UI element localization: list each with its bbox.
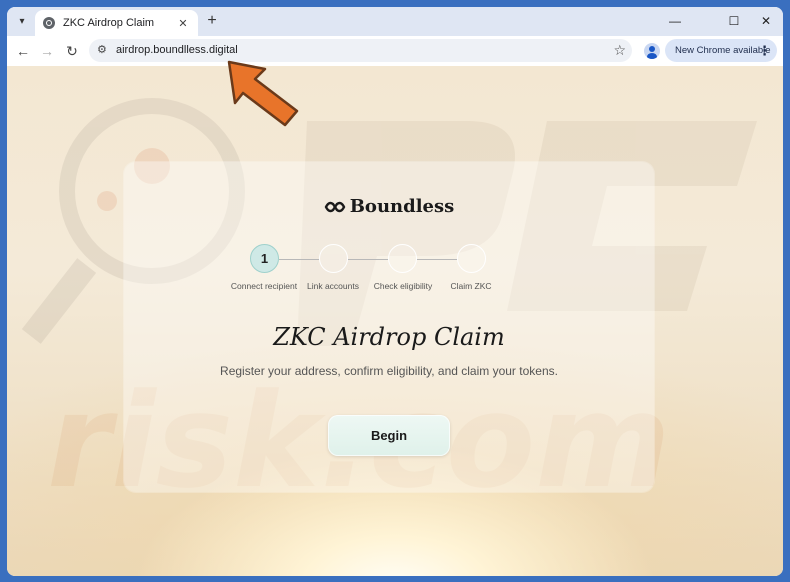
back-button[interactable]: ← [14, 42, 32, 60]
page-title: ZKC Airdrop Claim [273, 323, 505, 351]
new-tab-button[interactable]: + [203, 12, 221, 30]
begin-button[interactable]: Begin [328, 415, 450, 456]
browser-window: ▾ ZKC Airdrop Claim ✕ + — ☐ ✕ ← → ↻ ⚙ ai… [7, 7, 783, 576]
step-2-circle [319, 244, 348, 273]
update-chip-label: New Chrome available [675, 45, 771, 56]
close-window-button[interactable]: ✕ [752, 12, 780, 30]
new-chrome-available-button[interactable]: New Chrome available ⋮ [665, 39, 777, 62]
annotation-arrow-icon [227, 60, 299, 127]
tab-strip: ▾ ZKC Airdrop Claim ✕ + — ☐ ✕ [7, 7, 783, 36]
browser-toolbar: ← → ↻ ⚙ airdrop.boundlless.digital ☆ New… [7, 36, 783, 66]
begin-button-label: Begin [370, 428, 408, 443]
site-info-icon[interactable]: ⚙ [97, 44, 109, 56]
step-2-label: Link accounts [307, 281, 359, 291]
tab-close-icon[interactable]: ✕ [176, 17, 190, 30]
profile-avatar-icon[interactable] [644, 43, 660, 59]
claim-card: Boundless 1 Connect recipient Link accou… [124, 162, 654, 492]
step-1-circle: 1 [250, 244, 279, 273]
tab-search-button[interactable]: ▾ [13, 12, 31, 30]
address-bar[interactable]: ⚙ airdrop.boundlless.digital ☆ [89, 39, 632, 62]
bookmark-star-icon[interactable]: ☆ [613, 42, 626, 59]
maximize-button[interactable]: ☐ [720, 12, 748, 30]
page-subtitle: Register your address, confirm eligibili… [220, 364, 558, 378]
globe-icon [43, 17, 55, 29]
menu-kebab-icon[interactable]: ⋮ [758, 43, 771, 59]
url-text[interactable]: airdrop.boundlless.digital [116, 44, 238, 56]
tab-zkc-airdrop-claim[interactable]: ZKC Airdrop Claim ✕ [35, 10, 198, 36]
reload-button[interactable]: ↻ [63, 42, 81, 60]
progress-stepper: 1 Connect recipient Link accounts Check … [231, 244, 530, 294]
brand-name: Boundless [349, 196, 455, 217]
step-connector [417, 259, 457, 260]
step-4-circle [457, 244, 486, 273]
step-connector [279, 259, 319, 260]
forward-button[interactable]: → [38, 42, 56, 60]
step-1-label: Connect recipient [230, 281, 298, 291]
minimize-button[interactable]: — [661, 12, 689, 30]
page-content: risk.com Boundless 1 Connect re [7, 66, 783, 576]
tab-title: ZKC Airdrop Claim [63, 17, 155, 29]
step-1-number: 1 [260, 251, 269, 266]
step-connector [348, 259, 388, 260]
step-3-circle [388, 244, 417, 273]
brand-header: Boundless [124, 196, 654, 217]
step-4-label: Claim ZKC [450, 281, 492, 291]
boundless-logo-icon [324, 201, 346, 212]
